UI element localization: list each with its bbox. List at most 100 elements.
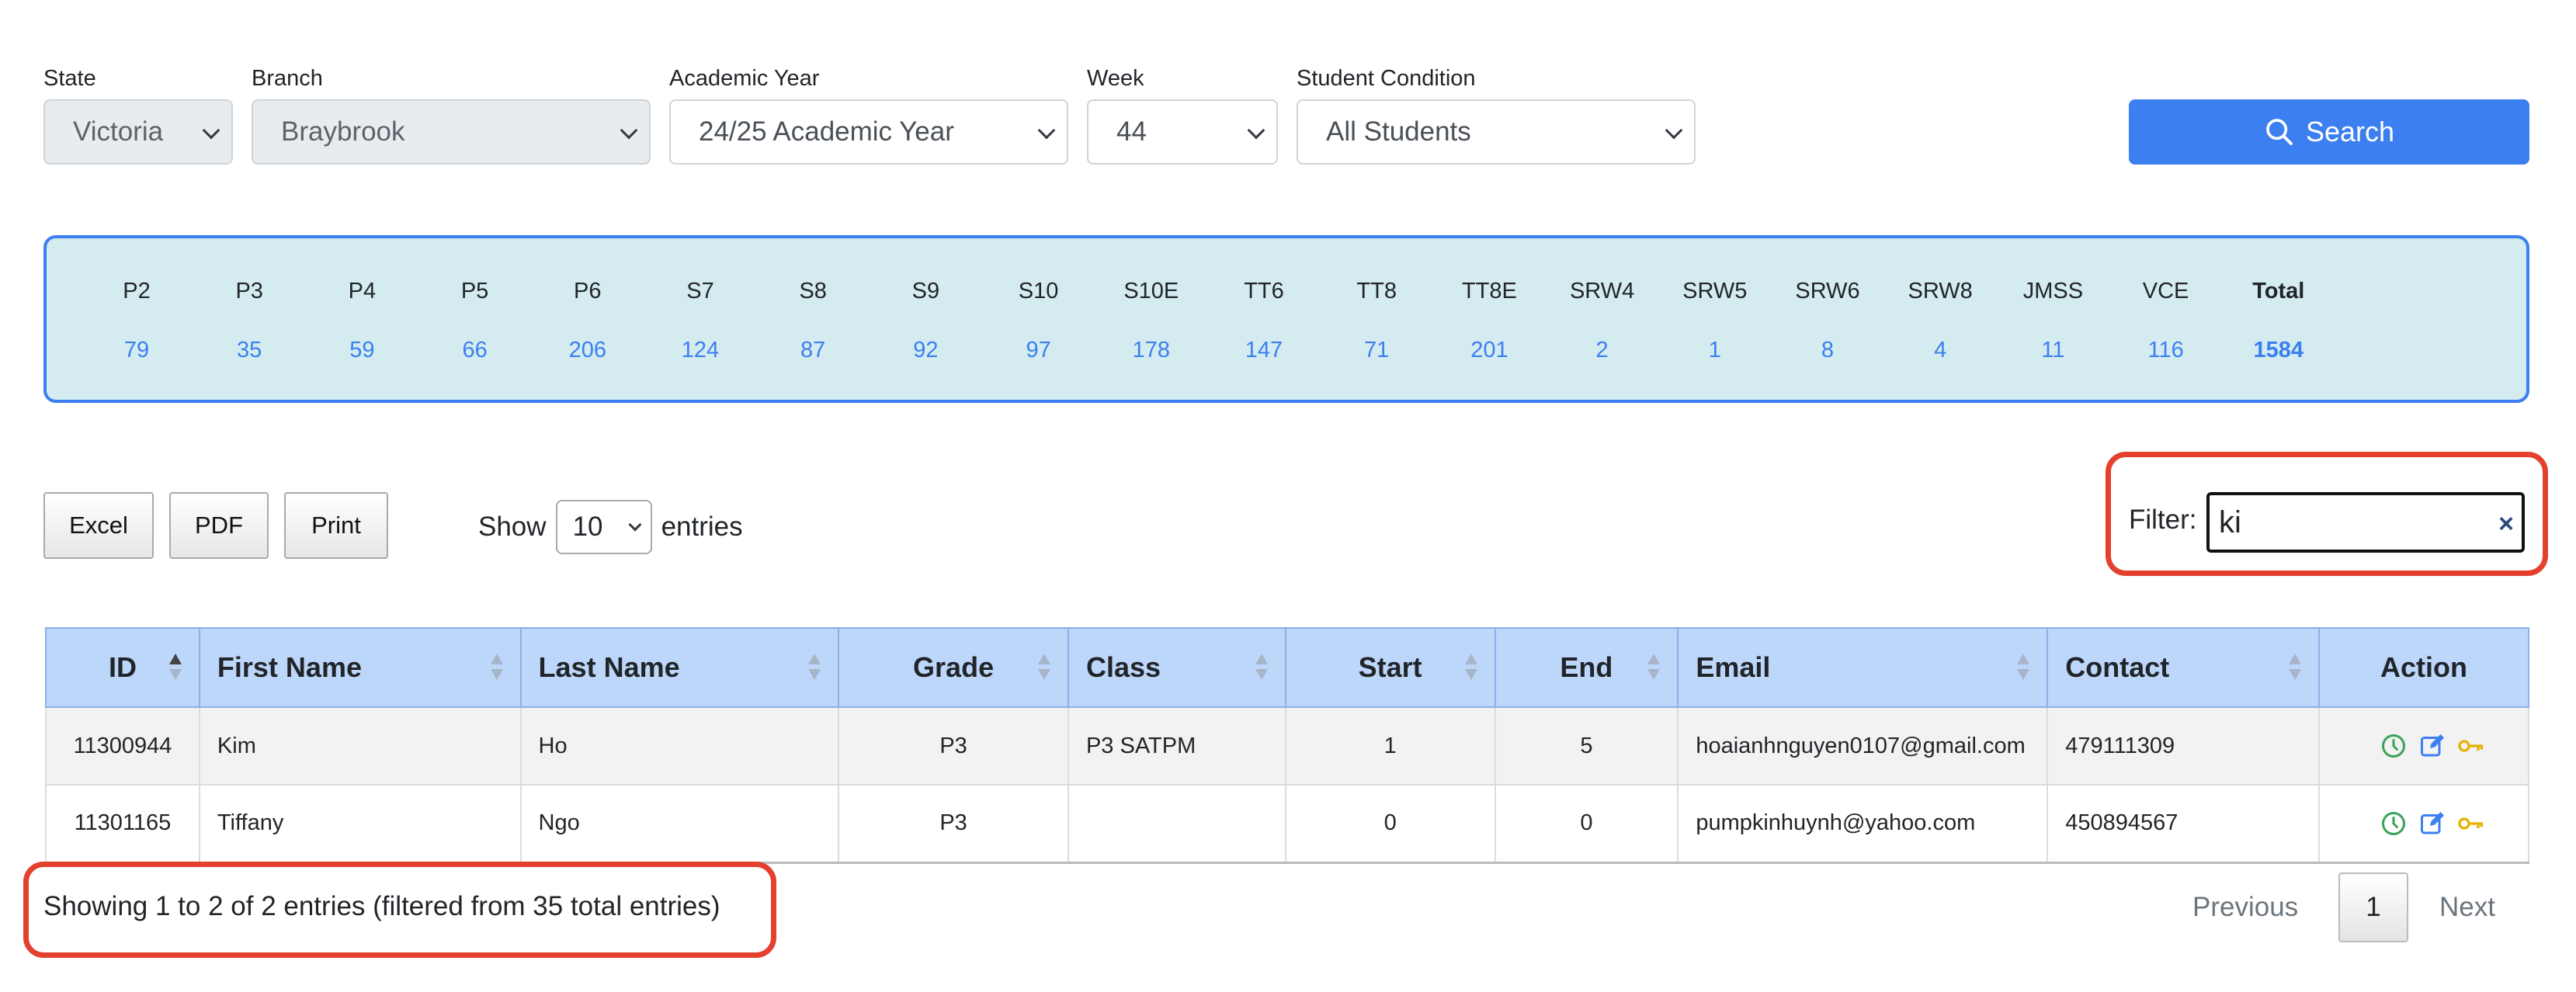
- column-header-first-name[interactable]: First Name: [198, 627, 522, 708]
- next-page-button[interactable]: Next: [2439, 872, 2495, 942]
- summary-value[interactable]: 206: [529, 335, 646, 366]
- branch-select[interactable]: Braybrook: [252, 99, 651, 165]
- state-select[interactable]: Victoria: [43, 99, 233, 165]
- cell-class: P3 SATPM: [1067, 706, 1286, 786]
- summary-value[interactable]: 178: [1093, 335, 1210, 366]
- summary-label: S9: [911, 279, 940, 303]
- summary-column-p3: P3 35: [191, 276, 307, 366]
- branch-group: Branch Braybrook: [252, 67, 651, 165]
- cell-email: pumpkinhuynh@yahoo.com: [1677, 784, 2049, 864]
- summary-value[interactable]: 4: [1882, 335, 1998, 366]
- edit-icon[interactable]: [2418, 810, 2446, 838]
- summary-value[interactable]: 11: [1994, 335, 2111, 366]
- table-row: 11301165 Tiffany Ngo P3 0 0 pumpkinhuynh@yahoo…: [45, 784, 2529, 864]
- state-label: State: [43, 66, 96, 91]
- cell-start: 1: [1284, 706, 1496, 786]
- summary-column-s10: S10 97: [981, 276, 1097, 366]
- cell-grade: P3: [838, 784, 1069, 864]
- student-condition-select[interactable]: All Students: [1297, 99, 1696, 165]
- summary-column-srw4: SRW4 2: [1544, 276, 1661, 366]
- branch-value: Braybrook: [281, 116, 405, 147]
- table-row: 11300944 Kim Ho P3 P3 SATPM 1 5 hoaianhnguyen01…: [45, 706, 2529, 786]
- summary-value[interactable]: 1: [1657, 335, 1773, 366]
- grade-summary-panel: P2 79 P3 35 P4 59 P5 66 P6 206 S7 124 S8 87 S9 92 S10 97 S…: [43, 235, 2529, 403]
- row-actions: [2337, 810, 2528, 838]
- summary-label: VCE: [2142, 279, 2189, 303]
- page-length-control: Show 10 entries: [478, 500, 743, 554]
- page-1-button[interactable]: 1: [2338, 872, 2408, 942]
- clear-icon[interactable]: ×: [2498, 509, 2514, 539]
- chevron-down-icon: [628, 518, 642, 532]
- cell-last: Ho: [519, 706, 840, 786]
- summary-label: S10E: [1123, 279, 1179, 303]
- summary-label: TT6: [1244, 279, 1284, 303]
- summary-label: S7: [686, 279, 714, 303]
- summary-column-srw5: SRW5 1: [1657, 276, 1773, 366]
- summary-value[interactable]: 116: [2108, 335, 2224, 366]
- chevron-down-icon: [202, 121, 220, 140]
- column-header-class[interactable]: Class: [1067, 627, 1286, 708]
- summary-value[interactable]: 8: [1769, 335, 1886, 366]
- summary-label: P3: [235, 279, 263, 303]
- summary-label: JMSS: [2022, 279, 2084, 303]
- summary-value[interactable]: 92: [867, 335, 984, 366]
- summary-column-p2: P2 79: [78, 276, 195, 366]
- summary-label: SRW6: [1795, 279, 1860, 303]
- column-header-contact[interactable]: Contact: [2047, 627, 2321, 708]
- chevron-down-icon: [620, 121, 638, 140]
- key-icon[interactable]: [2457, 732, 2485, 760]
- page-length-select[interactable]: 10: [555, 500, 652, 554]
- filter-input[interactable]: ki ×: [2206, 492, 2525, 553]
- cell-class: [1067, 784, 1286, 864]
- column-header-start[interactable]: Start: [1284, 627, 1496, 708]
- summary-value[interactable]: 97: [981, 335, 1097, 366]
- summary-column-p6: P6 206: [529, 276, 646, 366]
- key-icon[interactable]: [2457, 810, 2485, 838]
- search-button[interactable]: Search: [2129, 99, 2529, 165]
- summary-column-p5: P5 66: [417, 276, 533, 366]
- summary-value[interactable]: 2: [1544, 335, 1661, 366]
- academic-year-select[interactable]: 24/25 Academic Year: [669, 99, 1068, 165]
- chevron-down-icon: [1665, 121, 1683, 140]
- week-select[interactable]: 44: [1087, 99, 1278, 165]
- summary-label: TT8: [1356, 279, 1397, 303]
- summary-value[interactable]: 1584: [2220, 335, 2337, 366]
- history-icon[interactable]: [2380, 810, 2408, 838]
- cell-id: 11300944: [45, 706, 200, 786]
- print-button[interactable]: Print: [284, 492, 388, 559]
- sort-icon: [2289, 654, 2302, 682]
- excel-button-label: Excel: [69, 512, 128, 539]
- summary-value[interactable]: 124: [642, 335, 759, 366]
- column-header-last-name[interactable]: Last Name: [519, 627, 840, 708]
- pdf-button[interactable]: PDF: [169, 492, 269, 559]
- summary-value[interactable]: 71: [1318, 335, 1435, 366]
- search-button-label: Search: [2305, 116, 2395, 147]
- edit-icon[interactable]: [2418, 732, 2446, 760]
- sort-icon: [1255, 654, 1268, 682]
- summary-value[interactable]: 59: [304, 335, 420, 366]
- page-length-value: 10: [572, 512, 603, 542]
- state-group: State Victoria: [43, 67, 233, 165]
- summary-label: P4: [348, 279, 377, 303]
- previous-page-button[interactable]: Previous: [2192, 872, 2298, 942]
- summary-column-s9: S9 92: [867, 276, 984, 366]
- row-actions: [2337, 732, 2528, 760]
- column-header-id[interactable]: ID: [45, 627, 200, 708]
- sort-icon: [1464, 654, 1477, 682]
- summary-value[interactable]: 147: [1206, 335, 1322, 366]
- column-header-grade[interactable]: Grade: [838, 627, 1069, 708]
- history-icon[interactable]: [2380, 732, 2408, 760]
- summary-value[interactable]: 66: [417, 335, 533, 366]
- print-button-label: Print: [311, 512, 361, 539]
- cell-last: Ngo: [519, 784, 840, 864]
- column-header-email[interactable]: Email: [1677, 627, 2049, 708]
- summary-value[interactable]: 79: [78, 335, 195, 366]
- table-info: Showing 1 to 2 of 2 entries (filtered fr…: [43, 891, 720, 921]
- summary-value[interactable]: 35: [191, 335, 307, 366]
- summary-label: P2: [123, 279, 151, 303]
- column-header-end[interactable]: End: [1494, 627, 1679, 708]
- summary-value[interactable]: 87: [755, 335, 871, 366]
- summary-value[interactable]: 201: [1431, 335, 1547, 366]
- academic-year-value: 24/25 Academic Year: [699, 116, 954, 147]
- excel-button[interactable]: Excel: [43, 492, 154, 559]
